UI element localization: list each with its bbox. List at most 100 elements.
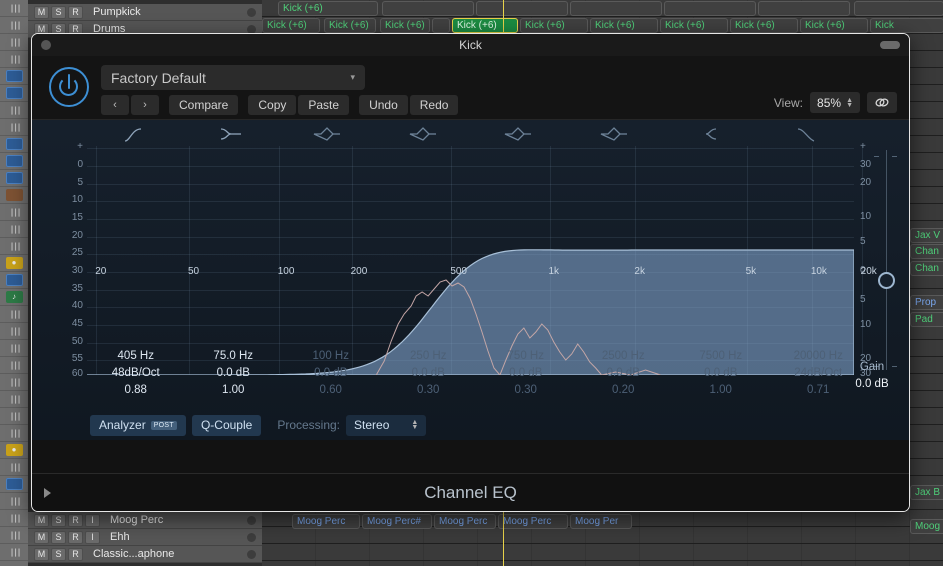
track-header[interactable]: M S R Pumpkick (28, 4, 262, 21)
arrange-region[interactable] (382, 1, 474, 16)
track-icon-blue[interactable] (0, 136, 28, 153)
arrange-region[interactable]: Prop (910, 295, 943, 310)
track-icon-mixer[interactable]: ☰ (0, 510, 28, 527)
link-icon[interactable] (867, 92, 897, 113)
track-button-i[interactable]: I (85, 513, 100, 527)
arrange-region[interactable] (476, 1, 568, 16)
eq-band-q-value[interactable]: 0.30 (380, 382, 478, 399)
track-icon-mixer[interactable]: ☰ (0, 0, 28, 17)
arrange-region[interactable]: Kick (+6) (452, 18, 518, 33)
track-icon-yellow[interactable]: ● (0, 442, 28, 459)
plugin-titlebar[interactable]: Kick (32, 34, 909, 56)
track-icon-mixer[interactable]: ☰ (0, 119, 28, 136)
arrange-region[interactable]: Kick (+6) (800, 18, 868, 33)
track-header[interactable]: M S R I Ehh (28, 529, 262, 546)
eq-band-q-value[interactable]: 0.88 (87, 382, 185, 399)
track-icon-yellow[interactable]: ● (0, 255, 28, 272)
track-icon-mixer[interactable]: ☰ (0, 51, 28, 68)
bell-icon[interactable] (471, 125, 567, 143)
arrange-region[interactable]: Moog Perc (292, 514, 360, 529)
eq-band-freq-value[interactable]: 405 Hz (87, 348, 185, 365)
track-icon-mixer[interactable]: ☰ (0, 102, 28, 119)
compare-button[interactable]: Compare (169, 95, 239, 115)
window-pill-button[interactable] (880, 41, 900, 49)
arrange-region[interactable] (570, 1, 662, 16)
arrange-region[interactable]: Kick (+6) (324, 18, 376, 33)
track-icon-mixer[interactable]: ☰ (0, 527, 28, 544)
eq-band-gain-value[interactable]: 0.0 dB (575, 365, 673, 382)
eq-band-6[interactable]: 2500 Hz 0.0 dB 0.20 (575, 348, 673, 410)
track-button-i[interactable]: I (85, 530, 100, 544)
track-button-m[interactable]: M (34, 547, 49, 561)
copy-button[interactable]: Copy (248, 95, 297, 115)
arrange-region[interactable]: Jax V (910, 228, 943, 243)
track-button-r[interactable]: R (68, 530, 83, 544)
track-icon-mixer[interactable]: ☰ (0, 425, 28, 442)
track-header[interactable]: M S R Classic...aphone (28, 546, 262, 563)
highshelf-icon[interactable] (662, 125, 758, 143)
track-icon-blue[interactable] (0, 85, 28, 102)
eq-band-freq-value[interactable]: 75.0 Hz (185, 348, 283, 365)
track-icon-blue[interactable] (0, 153, 28, 170)
eq-band-freq-value[interactable]: 2500 Hz (575, 348, 673, 365)
eq-band-gain-value[interactable]: 0.0 dB (672, 365, 770, 382)
q-couple-button[interactable]: Q-Couple (191, 414, 262, 436)
arrange-region[interactable] (758, 1, 850, 16)
arrange-region[interactable]: Jax B (910, 485, 943, 500)
eq-band-7[interactable]: 7500 Hz 0.0 dB 1.00 (672, 348, 770, 410)
track-icon-green[interactable]: ♪ (0, 289, 28, 306)
lowshelf-icon[interactable] (183, 125, 279, 143)
paste-button[interactable]: Paste (298, 95, 350, 115)
eq-band-q-value[interactable]: 1.00 (672, 382, 770, 399)
disclosure-triangle-icon[interactable] (44, 487, 51, 498)
arrange-lane[interactable] (262, 561, 943, 566)
highpass-icon[interactable] (87, 125, 183, 143)
eq-band-gain-value[interactable]: 48dB/Oct (87, 365, 185, 382)
arrange-region[interactable] (664, 1, 756, 16)
track-icon-mixer[interactable]: ☰ (0, 221, 28, 238)
eq-band-gain-value[interactable]: 0.0 dB (282, 365, 380, 382)
arrange-region[interactable]: Pad (910, 312, 943, 327)
master-gain-knob[interactable] (878, 272, 895, 289)
eq-band-gain-value[interactable]: 0.0 dB (477, 365, 575, 382)
eq-band-gain-value[interactable]: 0.0 dB (185, 365, 283, 382)
arrange-region[interactable]: Kick (+6) (660, 18, 728, 33)
eq-band-q-value[interactable]: 1.00 (185, 382, 283, 399)
track-icon-blue[interactable] (0, 170, 28, 187)
track-icon-mixer[interactable]: ☰ (0, 340, 28, 357)
stepper-icon[interactable]: ▲ ▼ (846, 97, 853, 109)
track-header[interactable]: M S R I Moog Perc (28, 512, 262, 529)
track-button-m[interactable]: M (34, 5, 49, 19)
arrange-lane[interactable] (262, 527, 943, 544)
arrange-region[interactable]: Kick (+6) (262, 18, 320, 33)
eq-band-5[interactable]: 750 Hz 0.0 dB 0.30 (477, 348, 575, 410)
arrange-region[interactable]: Chan (910, 244, 943, 259)
track-icon-mixer[interactable]: ☰ (0, 323, 28, 340)
eq-band-2[interactable]: 75.0 Hz 0.0 dB 1.00 (185, 348, 283, 410)
arrange-region[interactable]: Chan (910, 261, 943, 276)
arrange-lane[interactable] (262, 544, 943, 561)
prev-preset-button[interactable]: ‹ (101, 95, 129, 115)
power-icon[interactable] (49, 67, 89, 107)
master-gain-value[interactable]: 0.0 dB (841, 376, 903, 393)
arrange-region[interactable]: Moog Perc (434, 514, 496, 529)
track-icon-blue[interactable] (0, 272, 28, 289)
track-icon-mixer[interactable]: ☰ (0, 391, 28, 408)
arrange-region[interactable] (432, 18, 450, 33)
track-record-dot[interactable] (247, 549, 256, 559)
arrange-region[interactable]: Kick (+6) (590, 18, 658, 33)
eq-display[interactable]: +0 5 10 15 20 25 30 35 40 45 50 55 60 +30 20 10 5 0 5 10 20… (32, 120, 909, 440)
stepper-icon[interactable]: ▲ ▼ (411, 419, 418, 431)
track-record-dot[interactable] (247, 515, 256, 525)
track-button-m[interactable]: M (34, 513, 49, 527)
analyzer-button[interactable]: Analyzer POST (90, 414, 186, 436)
eq-band-gain-value[interactable]: 0.0 dB (380, 365, 478, 382)
eq-band-freq-value[interactable]: 100 Hz (282, 348, 380, 365)
eq-band-1[interactable]: 405 Hz 48dB/Oct 0.88 (87, 348, 185, 410)
track-button-m[interactable]: M (34, 530, 49, 544)
eq-band-4[interactable]: 250 Hz 0.0 dB 0.30 (380, 348, 478, 410)
track-button-r[interactable]: R (68, 547, 83, 561)
master-gain-slider[interactable] (886, 150, 887, 370)
eq-band-freq-value[interactable]: 250 Hz (380, 348, 478, 365)
bell-icon[interactable] (279, 125, 375, 143)
